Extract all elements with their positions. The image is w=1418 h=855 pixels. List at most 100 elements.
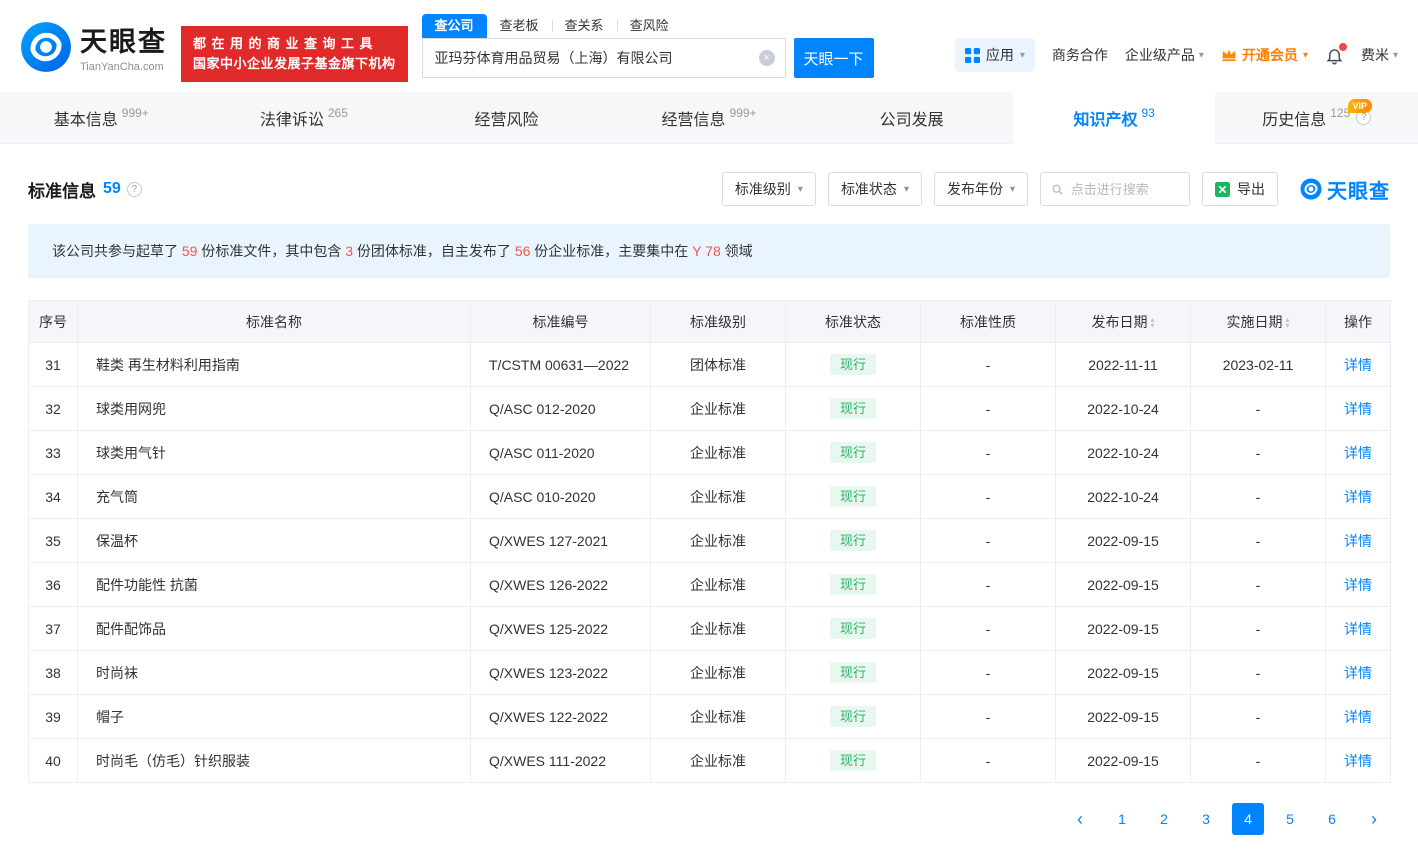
prev-page-button[interactable]: ‹ bbox=[1064, 803, 1096, 835]
help-icon[interactable]: ? bbox=[127, 182, 142, 197]
detail-link[interactable]: 详情 bbox=[1344, 533, 1372, 549]
detail-link[interactable]: 详情 bbox=[1344, 445, 1372, 461]
cell-status: 现行 bbox=[786, 387, 921, 431]
sort-down-arrow: ▾ bbox=[1150, 323, 1154, 329]
tab-经营信息[interactable]: 经营信息999+ bbox=[608, 92, 811, 143]
cell-nature: - bbox=[921, 739, 1056, 783]
detail-link[interactable]: 详情 bbox=[1344, 357, 1372, 373]
table-search-input[interactable] bbox=[1071, 182, 1179, 197]
summary-segment: 领域 bbox=[721, 243, 753, 259]
page-button-6[interactable]: 6 bbox=[1316, 803, 1348, 835]
summary-segment: 3 bbox=[345, 243, 353, 259]
cell-code: Q/ASC 010-2020 bbox=[471, 475, 651, 519]
filter-标准状态[interactable]: 标准状态▾ bbox=[828, 172, 922, 206]
summary-segment: Y 78 bbox=[692, 243, 721, 259]
tab-经营风险[interactable]: 经营风险 bbox=[405, 92, 608, 143]
cell-code: Q/XWES 111-2022 bbox=[471, 739, 651, 783]
tab-label: 知识产权 bbox=[1073, 106, 1137, 130]
cell-level: 企业标准 bbox=[651, 431, 786, 475]
cell-code: Q/XWES 122-2022 bbox=[471, 695, 651, 739]
cell-name: 时尚袜 bbox=[78, 651, 471, 695]
tab-法律诉讼[interactable]: 法律诉讼 265 bbox=[203, 92, 406, 143]
cell-status: 现行 bbox=[786, 343, 921, 387]
export-button[interactable]: 导出 bbox=[1202, 172, 1278, 206]
tab-知识产权[interactable]: 知识产权93 bbox=[1013, 92, 1216, 144]
tab-label: 法律诉讼 bbox=[260, 106, 324, 130]
page-button-4[interactable]: 4 bbox=[1232, 803, 1264, 835]
table-row: 37配件配饰品Q/XWES 125-2022企业标准现行-2022-09-15-… bbox=[29, 607, 1391, 651]
detail-link[interactable]: 详情 bbox=[1344, 709, 1372, 725]
page-button-2[interactable]: 2 bbox=[1148, 803, 1180, 835]
search-row: × 天眼一下 bbox=[422, 38, 874, 78]
detail-link[interactable]: 详情 bbox=[1344, 401, 1372, 417]
search-tab-查关系[interactable]: 查关系 bbox=[552, 14, 617, 38]
cell-pub-date: 2022-09-15 bbox=[1056, 519, 1191, 563]
filter-标准级别[interactable]: 标准级别▾ bbox=[722, 172, 816, 206]
detail-link[interactable]: 详情 bbox=[1344, 621, 1372, 637]
page-button-5[interactable]: 5 bbox=[1274, 803, 1306, 835]
filter-发布年份[interactable]: 发布年份▾ bbox=[934, 172, 1028, 206]
cell-level: 企业标准 bbox=[651, 739, 786, 783]
cell-code: Q/XWES 123-2022 bbox=[471, 651, 651, 695]
sort-icon[interactable]: ▴▾ bbox=[1285, 317, 1289, 329]
detail-link[interactable]: 详情 bbox=[1344, 665, 1372, 681]
business-cooperation-link[interactable]: 商务合作 bbox=[1052, 45, 1108, 65]
search-input[interactable] bbox=[423, 39, 785, 77]
cell-status: 现行 bbox=[786, 563, 921, 607]
notification-bell[interactable] bbox=[1325, 46, 1344, 65]
column-header-实施日期[interactable]: 实施日期▴▾ bbox=[1191, 301, 1326, 343]
search-tab-查老板[interactable]: 查老板 bbox=[487, 14, 552, 38]
promo-banner: 都在用的商业查询工具 国家中小企业发展子基金旗下机构 bbox=[181, 26, 408, 82]
chevron-down-icon: ▾ bbox=[1303, 50, 1308, 61]
detail-link[interactable]: 详情 bbox=[1344, 489, 1372, 505]
cell-status: 现行 bbox=[786, 431, 921, 475]
cell-action: 详情 bbox=[1326, 519, 1391, 563]
user-menu[interactable]: 费米 ▾ bbox=[1361, 45, 1398, 65]
cell-level: 企业标准 bbox=[651, 651, 786, 695]
detail-link[interactable]: 详情 bbox=[1344, 753, 1372, 769]
page-button-1[interactable]: 1 bbox=[1106, 803, 1138, 835]
tab-公司发展[interactable]: 公司发展 bbox=[810, 92, 1013, 143]
clear-icon[interactable]: × bbox=[759, 50, 775, 66]
cell-name: 充气筒 bbox=[78, 475, 471, 519]
tab-count: 265 bbox=[328, 106, 348, 120]
status-badge: 现行 bbox=[830, 618, 876, 639]
vip-upgrade-label: 开通会员 bbox=[1242, 45, 1298, 65]
table-search[interactable] bbox=[1040, 172, 1190, 206]
table-row: 32球类用网兜Q/ASC 012-2020企业标准现行-2022-10-24-详… bbox=[29, 387, 1391, 431]
next-page-button[interactable]: › bbox=[1358, 803, 1390, 835]
standards-table: 序号标准名称标准编号标准级别标准状态标准性质发布日期▴▾实施日期▴▾操作 31鞋… bbox=[28, 300, 1391, 783]
tab-基本信息[interactable]: 基本信息999+ bbox=[0, 92, 203, 143]
cell-name: 帽子 bbox=[78, 695, 471, 739]
page-button-3[interactable]: 3 bbox=[1190, 803, 1222, 835]
search-button[interactable]: 天眼一下 bbox=[794, 38, 874, 78]
search-tab-查风险[interactable]: 查风险 bbox=[617, 14, 682, 38]
filter-group: 标准级别▾ 标准状态▾ 发布年份▾ bbox=[722, 172, 1028, 206]
tianyancha-logo[interactable]: 天眼查 TianYanCha.com bbox=[20, 20, 167, 73]
cell-level: 企业标准 bbox=[651, 695, 786, 739]
table-row: 35保温杯Q/XWES 127-2021企业标准现行-2022-09-15-详情 bbox=[29, 519, 1391, 563]
column-label: 实施日期 bbox=[1226, 314, 1282, 330]
cell-code: Q/ASC 011-2020 bbox=[471, 431, 651, 475]
vip-upgrade-menu[interactable]: 开通会员 ▾ bbox=[1221, 45, 1308, 65]
section-toolbar: 标准级别▾ 标准状态▾ 发布年份▾ 导出 bbox=[722, 172, 1390, 206]
cell-no: 33 bbox=[29, 431, 78, 475]
table-row: 40时尚毛（仿毛）针织服装Q/XWES 111-2022企业标准现行-2022-… bbox=[29, 739, 1391, 783]
enterprise-products-menu[interactable]: 企业级产品 ▾ bbox=[1125, 45, 1204, 65]
chevron-down-icon: ▾ bbox=[1393, 50, 1398, 61]
cell-no: 36 bbox=[29, 563, 78, 607]
summary-segment: 56 bbox=[515, 243, 531, 259]
search-tab-查公司[interactable]: 查公司 bbox=[422, 14, 487, 38]
table-row: 38时尚袜Q/XWES 123-2022企业标准现行-2022-09-15-详情 bbox=[29, 651, 1391, 695]
detail-link[interactable]: 详情 bbox=[1344, 577, 1372, 593]
table-row: 36配件功能性 抗菌Q/XWES 126-2022企业标准现行-2022-09-… bbox=[29, 563, 1391, 607]
username: 费米 bbox=[1361, 45, 1389, 65]
column-header-发布日期[interactable]: 发布日期▴▾ bbox=[1056, 301, 1191, 343]
sort-icon[interactable]: ▴▾ bbox=[1150, 317, 1154, 329]
apps-menu[interactable]: 应用 ▾ bbox=[955, 38, 1035, 72]
cell-action: 详情 bbox=[1326, 739, 1391, 783]
tab-历史信息[interactable]: 历史信息125VIP? bbox=[1215, 92, 1418, 143]
cell-no: 39 bbox=[29, 695, 78, 739]
cell-nature: - bbox=[921, 607, 1056, 651]
summary-segment: 该公司共参与起草了 bbox=[52, 243, 182, 259]
